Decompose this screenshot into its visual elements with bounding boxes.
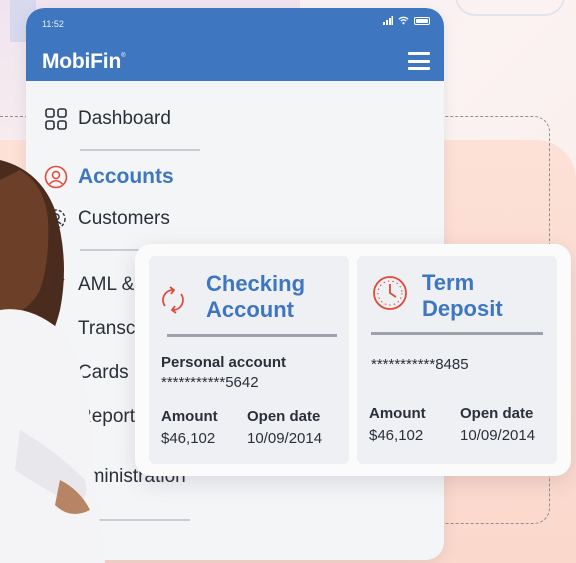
brand-logo: MobiFin® bbox=[42, 50, 126, 73]
amount-value: $46,102 bbox=[161, 430, 216, 447]
amount-value: $46,102 bbox=[369, 427, 424, 444]
card-divider bbox=[371, 332, 543, 335]
account-number: ***********5642 bbox=[161, 374, 259, 391]
open-date-label: Open date bbox=[460, 405, 534, 422]
clock-icon bbox=[373, 276, 407, 310]
card-title: Checking Account bbox=[206, 271, 306, 322]
grid-icon bbox=[44, 107, 68, 131]
menu-item-dashboard[interactable]: Dashboard bbox=[44, 107, 171, 131]
background-outline-shape bbox=[455, 0, 565, 16]
account-number: ***********8485 bbox=[371, 356, 469, 373]
open-date-value: 10/09/2014 bbox=[247, 430, 323, 447]
amount-label: Amount bbox=[369, 405, 426, 422]
hamburger-menu-icon[interactable] bbox=[408, 52, 430, 70]
card-divider bbox=[167, 334, 337, 337]
signal-icon bbox=[383, 16, 393, 25]
account-cards-panel: Checking Account Personal account ******… bbox=[135, 244, 571, 476]
term-deposit-card[interactable]: Term Deposit ***********8485 Amount $46,… bbox=[357, 256, 557, 464]
checking-account-card[interactable]: Checking Account Personal account ******… bbox=[149, 256, 349, 464]
open-date-label: Open date bbox=[247, 408, 321, 425]
wifi-icon bbox=[398, 16, 409, 25]
person-image bbox=[0, 160, 105, 563]
status-icons bbox=[383, 16, 430, 25]
battery-icon bbox=[414, 16, 430, 25]
account-type-label: Personal account bbox=[161, 354, 287, 371]
menu-divider bbox=[80, 149, 200, 151]
app-header: 11:52 MobiFin® bbox=[26, 8, 444, 81]
amount-label: Amount bbox=[161, 408, 218, 425]
menu-item-label: Dashboard bbox=[78, 108, 171, 129]
card-title: Term Deposit bbox=[422, 270, 503, 321]
refresh-icon bbox=[162, 286, 184, 314]
open-date-value: 10/09/2014 bbox=[460, 427, 536, 444]
status-time: 11:52 bbox=[42, 19, 64, 29]
